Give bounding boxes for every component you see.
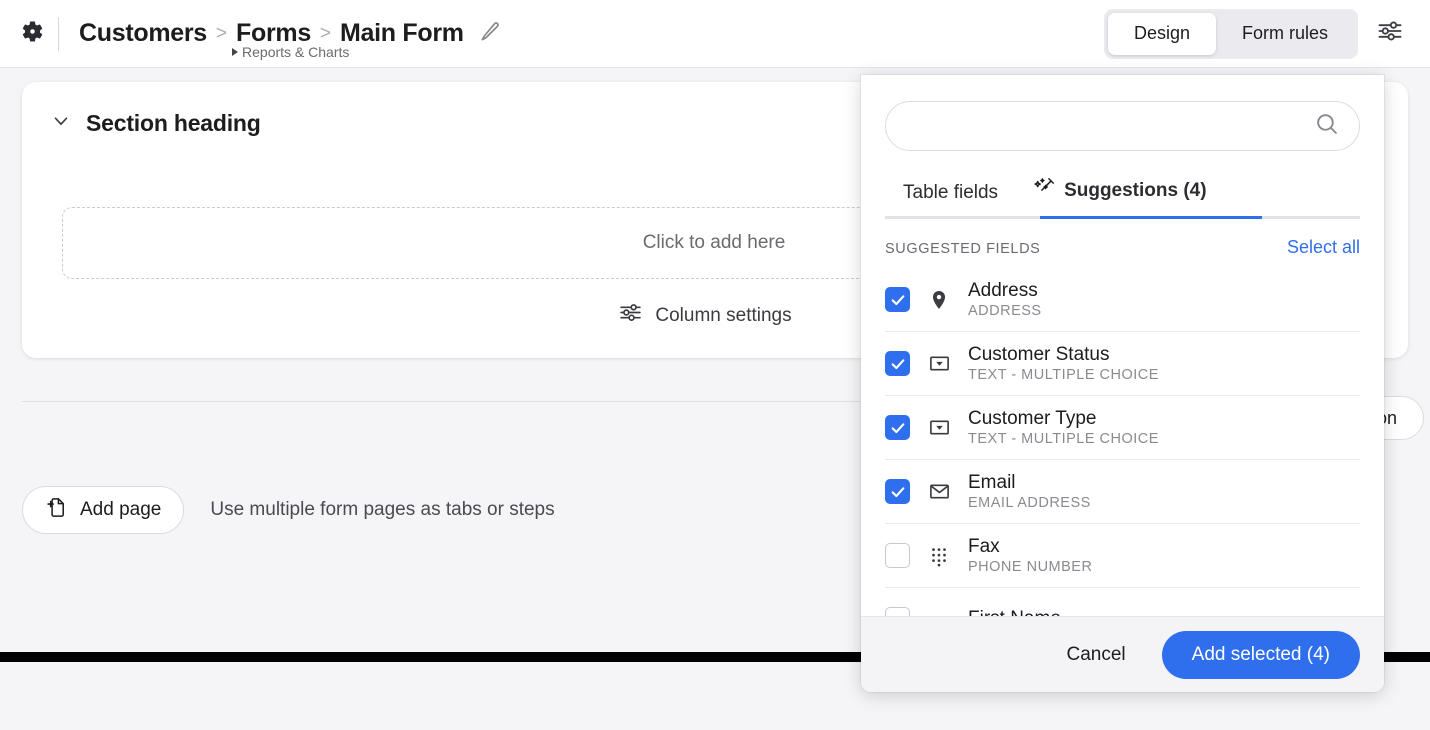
add-page-button[interactable]: Add page xyxy=(22,486,185,534)
tab-suggestions[interactable]: Suggestions (4) xyxy=(1016,177,1225,216)
list-item[interactable]: Customer Status TEXT - MULTIPLE CHOICE xyxy=(885,332,1360,396)
rename-form-button[interactable] xyxy=(479,20,502,48)
breadcrumb-page[interactable]: Main Form xyxy=(340,19,464,48)
breadcrumb-app[interactable]: Customers xyxy=(79,19,207,48)
section-title[interactable]: Section heading xyxy=(86,110,261,137)
tab-suggestions-label: Suggestions (4) xyxy=(1064,179,1207,201)
column-settings-label: Column settings xyxy=(655,304,792,326)
field-checkbox[interactable] xyxy=(885,287,910,312)
add-page-row: Add page Use multiple form pages as tabs… xyxy=(22,486,555,534)
view-mode-switch: Design Form rules xyxy=(1103,8,1358,59)
field-meta: Fax PHONE NUMBER xyxy=(968,536,1092,575)
field-picker-tabs: Table fields Suggestions (4) xyxy=(885,177,1360,219)
cancel-button[interactable]: Cancel xyxy=(1054,634,1137,676)
pencil-icon xyxy=(479,20,502,48)
field-type: PHONE NUMBER xyxy=(968,559,1093,575)
search-icon[interactable] xyxy=(1314,111,1339,141)
suggested-fields-list: Address ADDRESS Customer Status TEXT - M… xyxy=(861,268,1384,616)
field-meta: Customer Type TEXT - MULTIPLE CHOICE xyxy=(968,408,1159,447)
list-item[interactable]: Customer Type TEXT - MULTIPLE CHOICE xyxy=(885,396,1360,460)
add-page-label: Add page xyxy=(80,499,162,520)
tune-sliders-icon xyxy=(1376,17,1404,50)
caret-right-icon xyxy=(232,48,239,56)
field-type: EMAIL ADDRESS xyxy=(968,495,1091,511)
add-page-icon xyxy=(45,496,68,525)
field-name: First Name xyxy=(968,608,1061,616)
field-name: Customer Status xyxy=(968,344,1110,365)
search-container xyxy=(861,75,1384,151)
gear-icon xyxy=(20,19,45,49)
suggested-fields-label: SUGGESTED FIELDS xyxy=(885,241,1041,257)
field-picker-popup: Table fields Suggestions (4) SUGGESTED F… xyxy=(861,75,1384,692)
breadcrumb-sub-item[interactable]: Reports & Charts xyxy=(232,44,349,60)
list-item[interactable]: Email EMAIL ADDRESS xyxy=(885,460,1360,524)
magic-wand-icon xyxy=(1034,177,1055,204)
dropdown-icon xyxy=(926,352,952,375)
breadcrumb-section[interactable]: Forms xyxy=(236,19,311,47)
header-divider xyxy=(58,16,59,51)
form-builder-app: Customers > Forms Reports & Charts > Mai… xyxy=(0,0,1430,730)
field-meta: Customer Status TEXT - MULTIPLE CHOICE xyxy=(968,344,1159,383)
list-item[interactable]: First Name xyxy=(885,588,1360,616)
section-collapse-button[interactable] xyxy=(50,110,72,137)
breadcrumb-forms-group: Forms Reports & Charts xyxy=(232,19,349,60)
form-settings-button[interactable] xyxy=(1376,17,1404,50)
suggested-fields-header: SUGGESTED FIELDS Select all xyxy=(861,219,1384,268)
field-name: Email xyxy=(968,472,1016,493)
app-header: Customers > Forms Reports & Charts > Mai… xyxy=(0,0,1430,68)
search-input[interactable] xyxy=(908,116,1314,136)
field-checkbox[interactable] xyxy=(885,543,910,568)
tab-design[interactable]: Design xyxy=(1107,12,1216,55)
field-picker-footer: Cancel Add selected (4) xyxy=(861,616,1384,692)
settings-gear-button[interactable] xyxy=(6,19,58,49)
drop-zone-label: Click to add here xyxy=(642,232,786,253)
field-name: Customer Type xyxy=(968,408,1097,429)
dialpad-icon xyxy=(926,545,952,567)
tab-form-rules[interactable]: Form rules xyxy=(1216,13,1354,55)
field-checkbox[interactable] xyxy=(885,351,910,376)
field-type: ADDRESS xyxy=(968,303,1042,319)
add-selected-button[interactable]: Add selected (4) xyxy=(1161,630,1360,679)
search-box[interactable] xyxy=(885,101,1360,151)
field-name: Address xyxy=(968,280,1038,301)
field-type: TEXT - MULTIPLE CHOICE xyxy=(968,431,1159,447)
chevron-down-icon xyxy=(50,110,72,137)
map-pin-icon xyxy=(926,289,952,311)
select-all-button[interactable]: Select all xyxy=(1287,237,1360,258)
tab-table-fields[interactable]: Table fields xyxy=(885,182,1016,216)
tune-sliders-icon xyxy=(618,300,643,331)
field-checkbox[interactable] xyxy=(885,415,910,440)
field-name: Fax xyxy=(968,536,1000,557)
field-checkbox[interactable] xyxy=(885,607,910,616)
breadcrumb-separator: > xyxy=(215,22,228,44)
field-checkbox[interactable] xyxy=(885,479,910,504)
breadcrumb-separator-2: > xyxy=(319,22,332,44)
list-item[interactable]: Address ADDRESS xyxy=(885,268,1360,332)
field-type: TEXT - MULTIPLE CHOICE xyxy=(968,367,1159,383)
text-field-icon xyxy=(926,609,952,617)
add-page-hint: Use multiple form pages as tabs or steps xyxy=(210,499,555,520)
envelope-icon xyxy=(926,480,952,503)
field-meta: Email EMAIL ADDRESS xyxy=(968,472,1091,511)
field-meta: Address ADDRESS xyxy=(968,280,1042,319)
dropdown-icon xyxy=(926,416,952,439)
breadcrumb: Customers > Forms Reports & Charts > Mai… xyxy=(79,19,502,60)
breadcrumb-sub-item-label: Reports & Charts xyxy=(242,44,350,60)
list-item[interactable]: Fax PHONE NUMBER xyxy=(885,524,1360,588)
header-actions: Design Form rules xyxy=(1103,8,1404,59)
field-meta: First Name xyxy=(968,608,1061,616)
